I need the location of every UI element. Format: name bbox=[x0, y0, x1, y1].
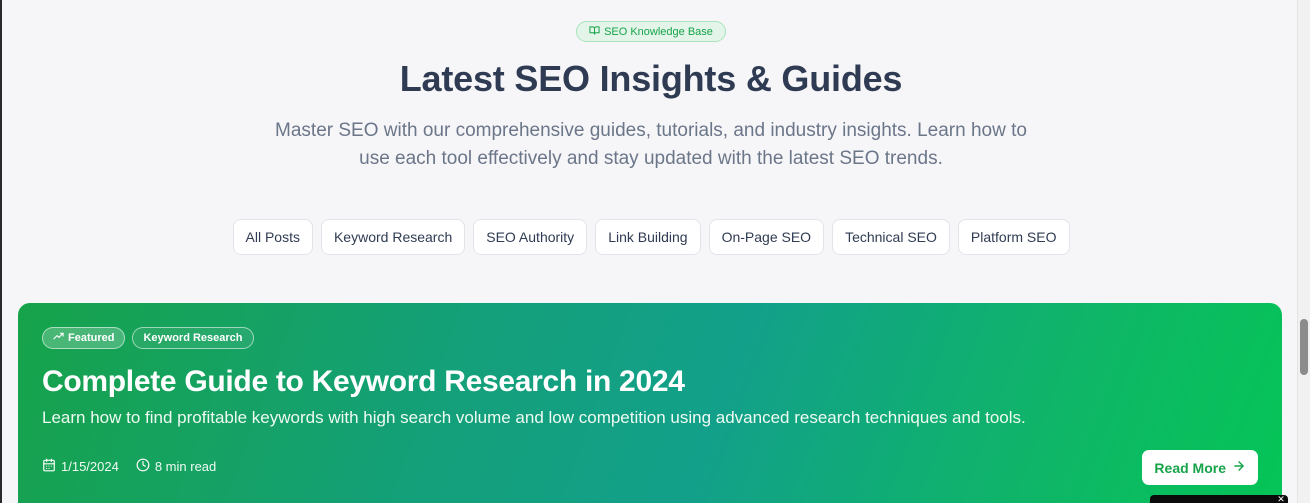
vertical-scrollbar[interactable] bbox=[1297, 0, 1310, 503]
main-content: SEO Knowledge Base Latest SEO Insights &… bbox=[2, 0, 1300, 503]
close-icon[interactable]: ✕ bbox=[1276, 494, 1286, 503]
filter-seo-authority[interactable]: SEO Authority bbox=[473, 219, 588, 255]
notification-toast[interactable] bbox=[1150, 495, 1288, 503]
category-filters: All Posts Keyword Research SEO Authority… bbox=[2, 219, 1300, 255]
featured-post-badges: Featured Keyword Research bbox=[42, 327, 254, 349]
filter-all-posts[interactable]: All Posts bbox=[232, 219, 313, 255]
read-more-button[interactable]: Read More bbox=[1142, 450, 1258, 485]
filter-on-page-seo[interactable]: On-Page SEO bbox=[708, 219, 825, 255]
knowledge-base-badge: SEO Knowledge Base bbox=[576, 21, 726, 42]
arrow-right-icon bbox=[1232, 459, 1246, 476]
featured-post-title[interactable]: Complete Guide to Keyword Research in 20… bbox=[42, 365, 685, 399]
filter-technical-seo[interactable]: Technical SEO bbox=[832, 219, 950, 255]
featured-badge: Featured bbox=[42, 327, 126, 349]
featured-post-meta: 1/15/2024 8 min read bbox=[42, 458, 216, 475]
post-date: 1/15/2024 bbox=[42, 458, 119, 475]
trending-up-icon bbox=[53, 331, 64, 345]
featured-post-card[interactable]: Featured Keyword Research Complete Guide… bbox=[18, 303, 1282, 503]
book-open-icon bbox=[589, 25, 600, 39]
featured-badge-label: Featured bbox=[68, 332, 115, 344]
post-read-time-text: 8 min read bbox=[154, 459, 217, 474]
featured-post-description: Learn how to find profitable keywords wi… bbox=[42, 408, 1026, 427]
page-subtitle: Master SEO with our comprehensive guides… bbox=[275, 120, 1027, 169]
post-read-time: 8 min read bbox=[136, 458, 216, 475]
scrollbar-thumb[interactable] bbox=[1300, 319, 1308, 375]
clock-icon bbox=[136, 458, 150, 475]
filter-platform-seo[interactable]: Platform SEO bbox=[957, 219, 1070, 255]
page-title: Latest SEO Insights & Guides bbox=[399, 58, 903, 99]
knowledge-base-label: SEO Knowledge Base bbox=[604, 25, 713, 38]
read-more-label: Read More bbox=[1154, 459, 1226, 476]
calendar-icon bbox=[42, 458, 56, 475]
category-badge: Keyword Research bbox=[132, 327, 254, 349]
filter-link-building[interactable]: Link Building bbox=[595, 219, 701, 255]
post-date-text: 1/15/2024 bbox=[61, 459, 119, 474]
filter-keyword-research[interactable]: Keyword Research bbox=[320, 219, 466, 255]
page: SEO Knowledge Base Latest SEO Insights &… bbox=[0, 0, 1310, 503]
